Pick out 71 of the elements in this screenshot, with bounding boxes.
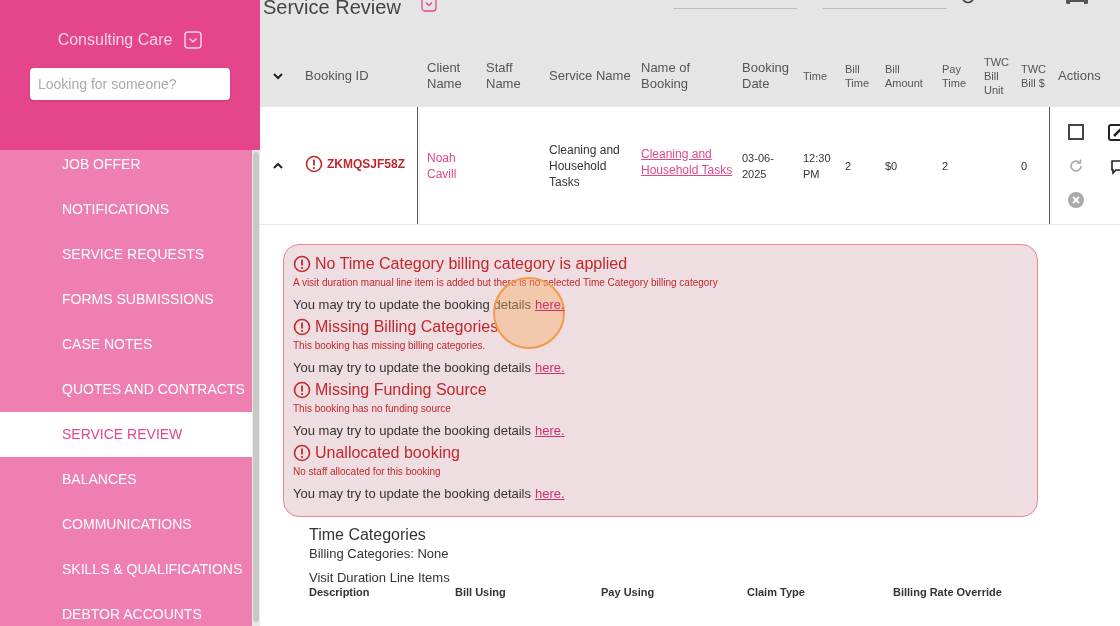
alert-icon <box>293 255 311 273</box>
update-link[interactable]: here. <box>535 486 565 502</box>
column-header: Bill Using <box>455 586 507 598</box>
scrollbar-thumb[interactable] <box>253 152 259 622</box>
sidebar-item[interactable]: QUOTES AND CONTRACTS <box>0 367 252 412</box>
table-cell-text: 2 <box>845 158 852 174</box>
sidebar-item[interactable]: SKILLS & QUALIFICATIONS <box>0 547 252 592</box>
column-header: TWC Bill $ <box>1021 61 1048 90</box>
section-title: Time Categories <box>309 525 427 544</box>
column-header: Name of Booking <box>641 59 692 92</box>
table-cell-text: 12:30 PM <box>803 150 832 182</box>
alert-title: Missing Billing Categories <box>315 317 499 337</box>
column-header: Booking ID <box>305 67 370 84</box>
column-header: Pay Using <box>601 586 656 598</box>
column-header: Claim Type <box>747 586 806 598</box>
alert-description: This booking has no funding source <box>293 403 452 415</box>
brand-name: Consulting Care <box>57 30 173 50</box>
sidebar-item[interactable]: DEBTOR ACCOUNTS <box>0 592 252 626</box>
alert-title: No Time Category billing category is applied <box>315 254 628 274</box>
alert-prompt: You may try to update the booking details <box>293 486 531 502</box>
table-cell-text: 2 <box>942 158 949 174</box>
column-header: Description <box>309 586 371 598</box>
alert-description: This booking has missing billing categories. <box>293 340 487 352</box>
column-header: Client Name <box>427 59 463 92</box>
column-header: Time <box>803 68 829 83</box>
update-link[interactable]: here. <box>535 423 565 439</box>
alert-prompt: You may try to update the booking details <box>293 297 531 313</box>
alert-icon <box>293 444 311 462</box>
column-header: Bill Amount <box>885 61 924 90</box>
column-header: Service Name <box>549 67 632 84</box>
alert-prompt: You may try to update the booking details <box>293 423 531 439</box>
sidebar-item[interactable]: FORMS SUBMISSIONS <box>0 277 252 322</box>
sidebar-item[interactable]: COMMUNICATIONS <box>0 502 252 547</box>
alert-icon <box>293 318 311 336</box>
checkbox[interactable] <box>1068 123 1084 140</box>
column-header: Actions <box>1058 67 1102 84</box>
column-header: Bill Time <box>845 61 871 90</box>
column-header: Pay Time <box>942 61 968 90</box>
edit-icon[interactable] <box>1108 123 1120 142</box>
booking-id[interactable]: ZKMQSJF58Z <box>327 154 405 173</box>
billing-categories: Billing Categories: None <box>309 546 450 562</box>
comment-icon[interactable] <box>1108 157 1120 176</box>
collapse-icon[interactable] <box>272 161 284 170</box>
table-cell-text: $0 <box>885 158 898 174</box>
table-cell-text: Cleaning and Household Tasks <box>549 141 621 190</box>
column-header: Staff Name <box>486 59 522 92</box>
alert-icon <box>293 381 311 399</box>
section-subtitle: Visit Duration Line Items <box>309 570 451 586</box>
alert-icon <box>305 154 323 173</box>
sidebar-item[interactable]: BALANCES <box>0 457 252 502</box>
booking-name-link[interactable]: Cleaning and Household Tasks <box>641 145 733 178</box>
column-header: TWC Bill Unit <box>984 54 1011 97</box>
sidebar-item[interactable]: SERVICE REQUESTS <box>0 232 252 277</box>
update-link[interactable]: here. <box>535 360 565 376</box>
sidebar-item[interactable]: NOTIFICATIONS <box>0 187 252 232</box>
search-field[interactable]: Looking for someone? <box>30 68 230 100</box>
alert-prompt: You may try to update the booking details <box>293 360 531 376</box>
column-header: Booking Date <box>742 59 790 92</box>
table-cell-text: 0 <box>1021 158 1028 174</box>
client-name-link[interactable]: Noah Cavill <box>427 149 477 182</box>
sidebar-item[interactable]: CASE NOTES <box>0 322 252 367</box>
table-cell-text: 03-06-2025 <box>742 150 775 182</box>
expand-icon[interactable] <box>272 71 284 80</box>
alert-title: Unallocated booking <box>315 443 460 463</box>
dropdown-icon[interactable] <box>420 0 437 12</box>
sidebar-item[interactable]: SERVICE REVIEW <box>0 412 252 457</box>
column-header: Billing Rate Override <box>893 586 1003 598</box>
page-title: Service Review <box>263 0 401 20</box>
sidebar-item[interactable]: JOB OFFER <box>0 150 252 187</box>
alert-title: Missing Funding Source <box>315 380 487 400</box>
alert-description: No staff allocated for this booking <box>293 466 442 478</box>
